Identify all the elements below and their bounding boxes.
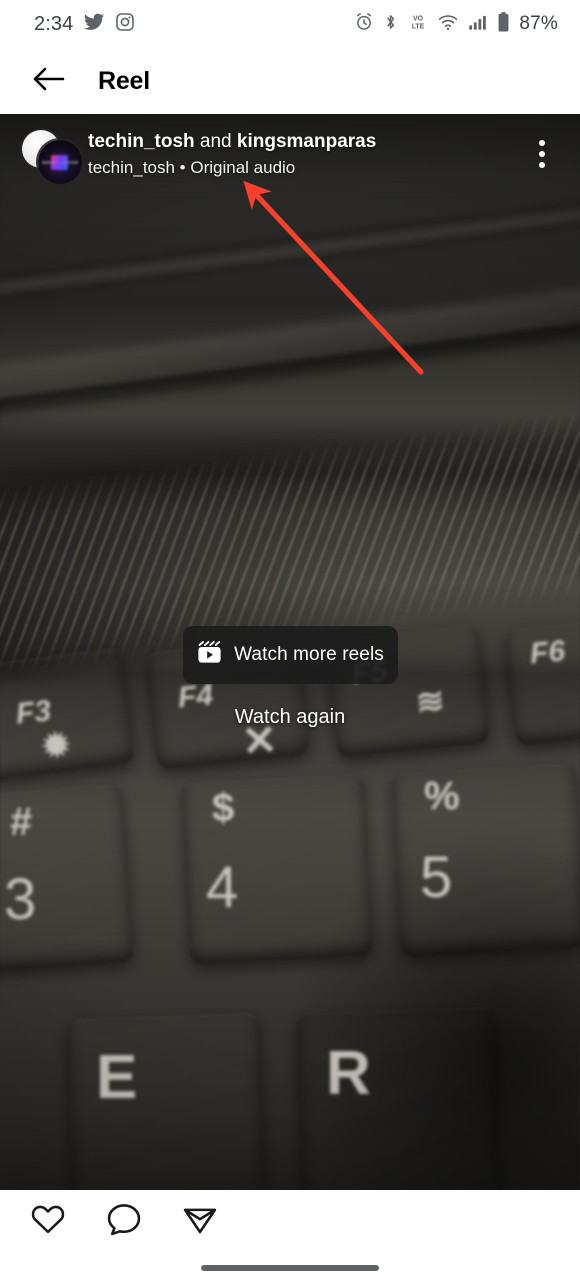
status-bar-right: VO LTE 87% — [354, 11, 558, 38]
svg-text:LTE: LTE — [412, 23, 425, 30]
reel-username-secondary[interactable]: kingsmanparas — [237, 131, 376, 152]
volte-icon: VO LTE — [407, 12, 429, 37]
avatar-group[interactable] — [16, 128, 82, 184]
keyboard-key-f6-label: F6 — [528, 634, 567, 671]
keyboard-key-e-label: E — [96, 1043, 138, 1112]
home-gesture-pill[interactable] — [201, 1265, 379, 1271]
wifi-icon — [437, 12, 459, 37]
reel-action-bar — [0, 1190, 580, 1252]
twitter-icon — [83, 11, 105, 38]
status-time: 2:34 — [34, 12, 74, 35]
status-bar-left: 2:34 — [34, 11, 135, 38]
battery-icon — [497, 11, 510, 38]
svg-text:VO: VO — [413, 15, 424, 22]
more-vertical-icon — [539, 140, 545, 168]
comment-button[interactable] — [98, 1195, 150, 1247]
battery-percent: 87% — [519, 13, 558, 34]
avatar-primary[interactable] — [38, 140, 82, 184]
reel-username-primary[interactable]: techin_tosh — [88, 131, 195, 152]
watch-more-reels-label: Watch more reels — [234, 644, 384, 665]
reel-user-row: techin_tosh and kingsmanparas techin_tos… — [0, 124, 580, 184]
instagram-icon — [115, 12, 135, 37]
bluetooth-icon — [382, 12, 399, 37]
watch-more-reels-button[interactable]: Watch more reels — [183, 626, 398, 684]
reel-audio-separator: • — [174, 158, 191, 177]
cellular-signal-icon — [467, 12, 489, 37]
alarm-icon — [354, 12, 374, 37]
reels-clapper-icon — [197, 641, 222, 669]
reel-audio-owner: techin_tosh — [88, 158, 175, 177]
keyboard-key-5-label: 5 — [420, 845, 453, 910]
reel-more-options-button[interactable] — [522, 134, 562, 174]
reel-audio-label[interactable]: Original audio — [190, 158, 295, 177]
system-navigation-bar — [0, 1252, 580, 1284]
watch-again-button[interactable]: Watch again — [0, 706, 580, 729]
share-button[interactable] — [174, 1195, 226, 1247]
reel-audio-line[interactable]: techin_tosh • Original audio — [88, 156, 522, 179]
app-header: Reel — [0, 48, 580, 114]
heart-icon — [30, 1202, 66, 1241]
reel-usernames[interactable]: techin_tosh and kingsmanparas — [88, 130, 522, 154]
comment-bubble-icon — [106, 1202, 142, 1241]
keyboard-key-4-symbol: $ — [212, 786, 235, 830]
like-button[interactable] — [22, 1195, 74, 1247]
reel-username-conjunction: and — [194, 131, 237, 152]
back-button[interactable] — [26, 58, 72, 104]
status-bar: 2:34 VO LTE 87% — [0, 0, 580, 48]
phone-screen: 2:34 VO LTE 87% Reel F3 ✹ F4 ✕ ≋ F6 # 3 … — [0, 0, 580, 1284]
keyboard-key-4-label: 4 — [206, 855, 239, 920]
reel-video-player[interactable]: F3 ✹ F4 ✕ F5 ≋ F6 # 3 $ 4 % 5 E R — [0, 114, 580, 1190]
keyboard-key-3-label: 3 — [4, 867, 37, 932]
page-title: Reel — [98, 66, 151, 95]
share-paper-plane-icon — [182, 1202, 218, 1241]
keyboard-key-f3-symbol: ✹ — [40, 725, 73, 767]
arrow-left-icon — [32, 65, 66, 98]
keyboard-key-5-symbol: % — [424, 774, 460, 818]
reel-user-meta: techin_tosh and kingsmanparas techin_tos… — [88, 124, 522, 179]
keyboard-key-r-label: R — [326, 1039, 371, 1108]
keyboard-key-3-symbol: # — [10, 800, 33, 844]
